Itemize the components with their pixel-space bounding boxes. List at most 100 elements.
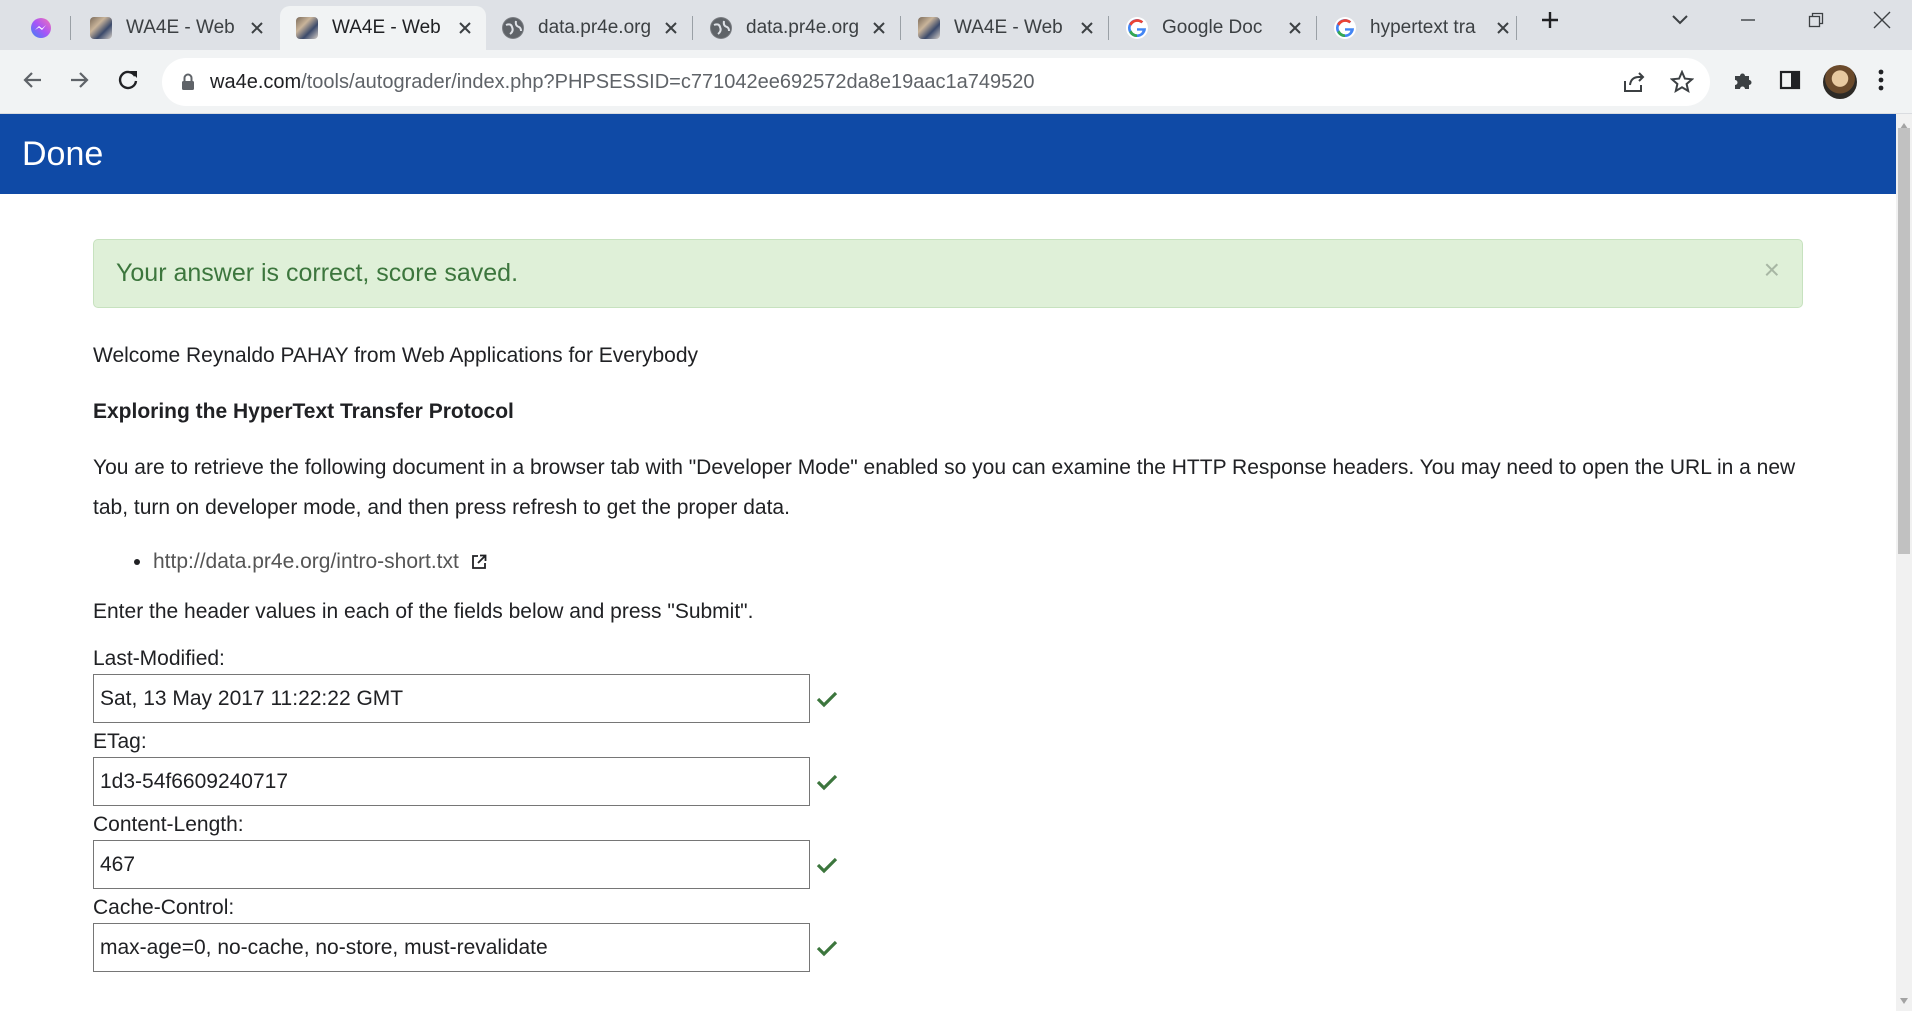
restore-button[interactable] — [1786, 0, 1846, 44]
close-icon[interactable] — [1076, 17, 1098, 39]
document-link-text: http://data.pr4e.org/intro-short.txt — [153, 550, 459, 573]
tab-google-search[interactable]: hypertext tra — [1318, 6, 1524, 50]
document-link-list: http://data.pr4e.org/intro-short.txt — [93, 542, 1803, 584]
messenger-icon — [30, 17, 52, 39]
tab-wa4e-3[interactable]: WA4E - Web — [902, 6, 1108, 50]
field-last-modified: Last-Modified: — [93, 644, 1803, 723]
tab-wa4e-1[interactable]: WA4E - Web — [74, 6, 278, 50]
tab-title: WA4E - Web — [954, 17, 1063, 38]
success-alert: Your answer is correct, score saved. × — [93, 239, 1803, 308]
wa4e-icon — [918, 17, 940, 39]
bookmark-star-icon[interactable] — [1670, 70, 1694, 94]
minimize-icon — [1740, 12, 1756, 33]
tab-title: Google Doc — [1162, 17, 1263, 38]
close-icon[interactable] — [868, 17, 890, 39]
back-arrow-icon — [21, 69, 43, 96]
plus-icon — [1540, 10, 1560, 35]
chevron-down-icon — [1671, 13, 1689, 31]
tab-title: WA4E - Web — [126, 17, 235, 38]
globe-icon — [710, 17, 732, 39]
tab-wa4e-active[interactable]: WA4E - Web — [280, 6, 486, 50]
vertical-scrollbar[interactable] — [1896, 114, 1912, 1011]
share-icon[interactable] — [1622, 71, 1646, 93]
tab-separator — [1316, 16, 1317, 40]
list-item: http://data.pr4e.org/intro-short.txt — [153, 542, 1803, 584]
globe-icon — [502, 17, 524, 39]
tab-title: data.pr4e.org — [746, 17, 860, 38]
url-text[interactable]: wa4e.com/tools/autograder/index.php?PHPS… — [210, 71, 1035, 94]
google-icon — [1334, 17, 1356, 39]
close-icon[interactable] — [1284, 17, 1306, 39]
external-link-icon[interactable] — [471, 544, 487, 584]
url-host: wa4e.com — [210, 70, 302, 93]
cache-control-input[interactable] — [93, 923, 810, 972]
etag-input[interactable] — [93, 757, 810, 806]
assignment-description: You are to retrieve the following docume… — [93, 456, 1796, 519]
url-path: /tools/autograder/index.php?PHPSESSID=c7… — [301, 70, 1035, 93]
close-icon[interactable] — [1492, 17, 1514, 39]
profile-avatar[interactable] — [1823, 65, 1857, 99]
document-link[interactable]: http://data.pr4e.org/intro-short.txt — [153, 550, 459, 573]
page-content: Done Your answer is correct, score saved… — [0, 114, 1896, 1011]
google-icon — [1126, 17, 1148, 39]
side-panel-icon — [1779, 69, 1801, 96]
field-content-length: Content-Length: — [93, 810, 1803, 889]
tab-separator — [70, 16, 71, 40]
page-header: Done — [0, 114, 1896, 194]
back-button[interactable] — [10, 60, 54, 104]
field-cache-control: Cache-Control: — [93, 893, 1803, 972]
scroll-down-arrow-icon[interactable] — [1900, 991, 1908, 1009]
tab-title: hypertext tra — [1370, 17, 1476, 38]
tab-search-button[interactable] — [1650, 0, 1710, 44]
tab-google-docs[interactable]: Google Doc — [1110, 6, 1316, 50]
window-close-button[interactable] — [1852, 0, 1912, 44]
forward-arrow-icon — [69, 69, 91, 96]
tab-separator — [1108, 16, 1109, 40]
wa4e-icon — [90, 17, 112, 39]
tab-separator — [692, 16, 693, 40]
checkmark-icon — [816, 690, 838, 708]
new-tab-button[interactable] — [1520, 0, 1580, 44]
alert-close-button[interactable]: × — [1764, 254, 1780, 286]
instructions-text: Enter the header values in each of the f… — [93, 600, 754, 623]
more-vert-icon — [1878, 69, 1884, 96]
tab-messenger[interactable] — [20, 6, 76, 50]
tab-data-pr4e-2[interactable]: data.pr4e.org — [694, 6, 900, 50]
tab-separator — [1516, 16, 1517, 40]
tab-title: data.pr4e.org — [538, 17, 652, 38]
close-icon[interactable] — [660, 17, 682, 39]
assignment-heading: Exploring the HyperText Transfer Protoco… — [93, 400, 514, 423]
address-bar[interactable]: wa4e.com/tools/autograder/index.php?PHPS… — [162, 58, 1710, 106]
checkmark-icon — [816, 939, 838, 957]
wa4e-icon — [296, 17, 318, 39]
menu-button[interactable] — [1864, 60, 1898, 104]
main-container: Your answer is correct, score saved. × W… — [93, 239, 1803, 972]
close-icon[interactable] — [454, 17, 476, 39]
field-label: Cache-Control: — [93, 896, 235, 919]
restore-icon — [1808, 12, 1824, 33]
page-title: Done — [22, 134, 104, 173]
extensions-button[interactable] — [1721, 60, 1765, 104]
tab-title: WA4E - Web — [332, 17, 441, 38]
close-icon[interactable] — [246, 17, 268, 39]
checkmark-icon — [816, 856, 838, 874]
minimize-button[interactable] — [1718, 0, 1778, 44]
lock-icon[interactable] — [180, 73, 196, 91]
checkmark-icon — [816, 773, 838, 791]
tab-data-pr4e-1[interactable]: data.pr4e.org — [486, 6, 692, 50]
tab-separator — [900, 16, 901, 40]
field-label: ETag: — [93, 730, 147, 753]
close-icon — [1873, 11, 1891, 34]
reload-icon — [116, 68, 140, 97]
side-panel-button[interactable] — [1768, 60, 1812, 104]
content-length-input[interactable] — [93, 840, 810, 889]
welcome-text: Welcome Reynaldo PAHAY from Web Applicat… — [93, 344, 699, 367]
scrollbar-thumb[interactable] — [1898, 128, 1910, 554]
forward-button[interactable] — [58, 60, 102, 104]
reload-button[interactable] — [106, 60, 150, 104]
field-label: Content-Length: — [93, 813, 244, 836]
field-etag: ETag: — [93, 727, 1803, 806]
last-modified-input[interactable] — [93, 674, 810, 723]
field-label: Last-Modified: — [93, 647, 225, 670]
browser-toolbar: wa4e.com/tools/autograder/index.php?PHPS… — [0, 50, 1912, 114]
